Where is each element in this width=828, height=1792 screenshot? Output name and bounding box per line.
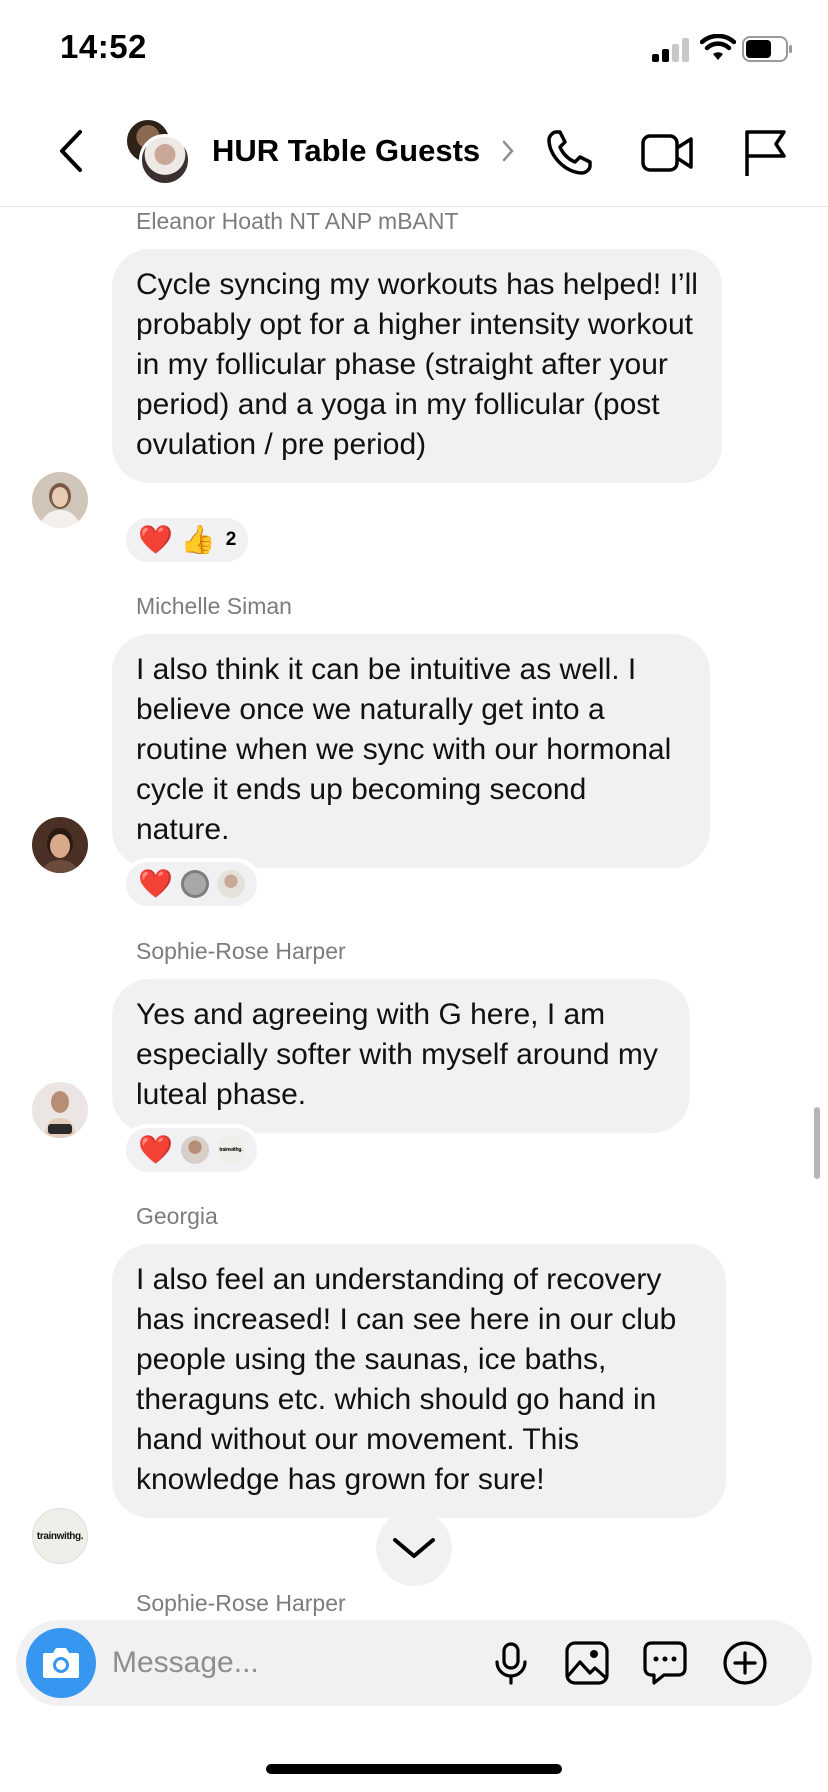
scroll-indicator[interactable] xyxy=(814,1107,820,1179)
reactions-pill[interactable]: ❤️ xyxy=(122,858,261,910)
sender-name: Sophie-Rose Harper xyxy=(136,938,346,964)
reactor-avatar xyxy=(216,870,245,898)
status-time: 14:52 xyxy=(60,28,147,65)
avatar[interactable] xyxy=(32,817,88,873)
chevron-right-icon[interactable] xyxy=(500,138,516,164)
phone-icon[interactable] xyxy=(542,126,596,180)
member-avatar xyxy=(139,134,191,186)
message-bubble[interactable]: I also feel an understanding of recovery… xyxy=(112,1244,726,1518)
profile-photo xyxy=(32,817,88,873)
reactions-pill[interactable]: ❤️ trainwithg. xyxy=(122,1124,261,1176)
home-indicator[interactable] xyxy=(266,1764,562,1774)
heart-reaction: ❤️ xyxy=(138,868,173,899)
chat-header: HUR Table Guests xyxy=(0,100,828,207)
avatar[interactable] xyxy=(32,472,88,528)
avatar-text: trainwithg. xyxy=(36,1530,84,1542)
plus-circle-icon[interactable] xyxy=(722,1640,768,1686)
sender-name: Michelle Siman xyxy=(136,593,292,619)
flag-icon[interactable] xyxy=(738,126,792,180)
avatar-trainwithg[interactable]: trainwithg. xyxy=(32,1508,88,1564)
sender-name: Eleanor Hoath NT ANP mBANT xyxy=(136,208,459,234)
back-button[interactable] xyxy=(52,126,92,176)
reactor-avatar-text: trainwithg. xyxy=(219,1147,243,1153)
thumbs-up-reaction: 👍 xyxy=(180,524,216,555)
heart-reaction: ❤️ xyxy=(138,524,173,555)
group-avatar[interactable] xyxy=(125,118,195,188)
battery-icon xyxy=(742,36,792,62)
video-camera-icon[interactable] xyxy=(640,126,694,180)
image-icon[interactable] xyxy=(564,1640,610,1686)
message-bubble[interactable]: I also think it can be intuitive as well… xyxy=(112,634,710,868)
scroll-to-bottom-button[interactable] xyxy=(376,1510,452,1586)
status-bar: 14:52 xyxy=(0,0,828,100)
message-input[interactable] xyxy=(112,1642,412,1684)
message-bubble[interactable]: Cycle syncing my workouts has helped! I’… xyxy=(112,249,722,483)
reaction-count: 2 xyxy=(225,529,237,550)
profile-photo xyxy=(32,1082,88,1138)
reactor-avatar xyxy=(180,870,209,898)
cellular-signal-icon xyxy=(652,38,692,62)
message-bubble[interactable]: Yes and agreeing with G here, I am espec… xyxy=(112,979,690,1133)
profile-photo xyxy=(32,472,88,528)
avatar[interactable] xyxy=(32,1082,88,1138)
chevron-down-icon xyxy=(393,1538,435,1558)
camera-button[interactable] xyxy=(26,1628,96,1698)
heart-reaction: ❤️ xyxy=(138,1134,173,1165)
sender-name: Georgia xyxy=(136,1203,218,1229)
message-composer xyxy=(16,1620,812,1706)
reactor-avatar-trainwithg: trainwithg. xyxy=(216,1136,245,1164)
sender-name: Sophie-Rose Harper xyxy=(136,1590,346,1616)
reactions-pill[interactable]: ❤️ 👍 2 xyxy=(122,514,253,566)
wifi-icon xyxy=(700,34,736,60)
camera-icon xyxy=(43,1648,79,1678)
chat-bubble-icon[interactable] xyxy=(642,1640,688,1686)
microphone-icon[interactable] xyxy=(488,1640,534,1686)
chat-title[interactable]: HUR Table Guests xyxy=(212,133,480,169)
reactor-avatar xyxy=(180,1136,209,1164)
instagram-group-chat-screen: 14:52 HUR Table Guests Eleanor Hoath NT … xyxy=(0,0,828,1792)
